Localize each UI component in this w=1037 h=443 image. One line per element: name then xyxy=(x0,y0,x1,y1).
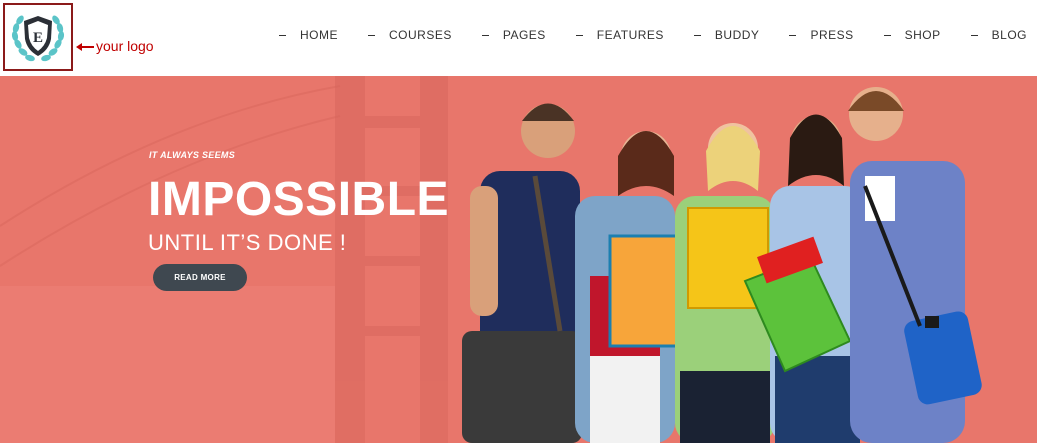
nav-item-blog[interactable]: BLOG xyxy=(941,28,1027,42)
main-nav: HOME COURSES PAGES FEATURES BUDDY PRESS … xyxy=(249,28,1027,42)
nav-item-features[interactable]: FEATURES xyxy=(546,28,664,42)
hero-banner: IT ALWAYS SEEMS IMPOSSIBLE UNTIL IT’S DO… xyxy=(0,76,1037,443)
nav-item-label: FEATURES xyxy=(596,28,664,42)
nav-item-label: SHOP xyxy=(904,28,941,42)
nav-item-label: PRESS xyxy=(810,28,854,42)
site-logo[interactable]: E xyxy=(3,3,73,71)
nav-item-label: BUDDY xyxy=(714,28,760,42)
nav-item-home[interactable]: HOME xyxy=(249,28,338,42)
nav-item-label: COURSES xyxy=(388,28,452,42)
nav-item-label: PAGES xyxy=(502,28,546,42)
logo-emblem-icon: E xyxy=(11,15,65,62)
read-more-button[interactable]: READ MORE xyxy=(153,264,247,291)
dash-icon xyxy=(883,34,891,36)
dash-icon xyxy=(367,34,375,36)
dash-icon xyxy=(789,34,797,36)
logo-annotation: your logo xyxy=(96,38,154,54)
hero-subtitle: UNTIL IT’S DONE ! xyxy=(148,230,347,255)
hero-title: IMPOSSIBLE xyxy=(148,173,450,226)
dash-icon xyxy=(278,34,286,36)
arrow-left-icon xyxy=(76,43,94,51)
nav-item-shop[interactable]: SHOP xyxy=(854,28,941,42)
nav-item-press[interactable]: PRESS xyxy=(759,28,853,42)
dash-icon xyxy=(693,34,701,36)
site-header: E your logo HOME COURSES PAGES FEATURES … xyxy=(0,0,1037,76)
dash-icon xyxy=(575,34,583,36)
nav-item-courses[interactable]: COURSES xyxy=(338,28,452,42)
dash-icon xyxy=(970,34,978,36)
nav-item-label: HOME xyxy=(299,28,338,42)
logo-letter: E xyxy=(33,30,43,46)
students-group-image xyxy=(462,87,982,443)
dash-icon xyxy=(481,34,489,36)
hero-kicker: IT ALWAYS SEEMS xyxy=(149,150,236,160)
nav-item-pages[interactable]: PAGES xyxy=(452,28,546,42)
nav-item-buddy[interactable]: BUDDY xyxy=(664,28,760,42)
nav-item-label: BLOG xyxy=(991,28,1027,42)
